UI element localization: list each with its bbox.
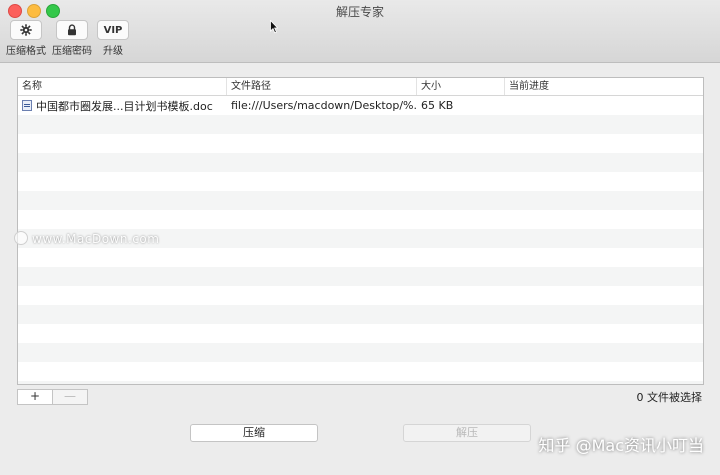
column-header-path[interactable]: 文件路径 bbox=[227, 78, 417, 95]
column-header-size[interactable]: 大小 bbox=[417, 78, 505, 95]
watermark-text: www.MacDown.com bbox=[32, 232, 160, 246]
watermark-zhihu: 知乎 @Mac资讯小叮当 bbox=[538, 436, 705, 455]
compress-button[interactable]: 压缩 bbox=[190, 424, 318, 442]
gear-icon bbox=[10, 20, 42, 40]
empty-row bbox=[18, 267, 703, 286]
empty-row bbox=[18, 362, 703, 381]
title-bar: 解压专家 压缩格式 压缩密码 VIP 升级 bbox=[0, 0, 720, 63]
empty-row bbox=[18, 210, 703, 229]
table-header: 名称 文件路径 大小 当前进度 bbox=[18, 78, 703, 96]
cell-size: 65 KB bbox=[421, 99, 454, 112]
watermark-logo-icon bbox=[14, 231, 28, 245]
cell-path: file:///Users/macdown/Desktop/%... bbox=[231, 99, 417, 112]
empty-row bbox=[18, 115, 703, 134]
remove-file-button[interactable]: — bbox=[53, 389, 88, 405]
empty-row bbox=[18, 286, 703, 305]
column-header-progress[interactable]: 当前进度 bbox=[505, 78, 703, 95]
empty-row bbox=[18, 381, 703, 384]
add-remove-control: + — bbox=[17, 389, 88, 405]
empty-row bbox=[18, 248, 703, 267]
empty-row bbox=[18, 343, 703, 362]
window-title: 解压专家 bbox=[335, 5, 384, 19]
add-file-button[interactable]: + bbox=[17, 389, 53, 405]
empty-row bbox=[18, 153, 703, 172]
empty-row bbox=[18, 191, 703, 210]
doc-file-icon bbox=[22, 99, 32, 111]
toolbar-compress-format[interactable]: 压缩格式 bbox=[6, 20, 46, 57]
vip-badge: VIP bbox=[97, 20, 129, 40]
empty-row bbox=[18, 324, 703, 343]
toolbar-upgrade[interactable]: VIP 升级 bbox=[97, 20, 129, 57]
extract-button[interactable]: 解压 bbox=[403, 424, 531, 442]
empty-row bbox=[18, 305, 703, 324]
toolbar-compress-password[interactable]: 压缩密码 bbox=[52, 20, 92, 57]
toolbar-label: 升级 bbox=[103, 46, 123, 57]
column-header-name[interactable]: 名称 bbox=[18, 78, 227, 95]
empty-row bbox=[18, 134, 703, 153]
watermark-macdown: www.MacDown.com bbox=[14, 231, 159, 246]
empty-row bbox=[18, 172, 703, 191]
app-window: 解压专家 压缩格式 压缩密码 VIP 升级 名称 文件路径 大小 当前进度 中国… bbox=[0, 0, 720, 475]
toolbar-label: 压缩密码 bbox=[52, 46, 92, 57]
lock-icon bbox=[56, 20, 88, 40]
cell-name: 中国都市圈发展...目计划书模板.doc bbox=[18, 98, 227, 114]
file-name: 中国都市圈发展...目计划书模板.doc bbox=[36, 99, 213, 113]
selection-status: 0 文件被选择 bbox=[636, 391, 703, 404]
table-row[interactable]: 中国都市圈发展...目计划书模板.doc file:///Users/macdo… bbox=[18, 96, 703, 115]
mouse-cursor-icon bbox=[270, 20, 278, 34]
toolbar-label: 压缩格式 bbox=[6, 46, 46, 57]
